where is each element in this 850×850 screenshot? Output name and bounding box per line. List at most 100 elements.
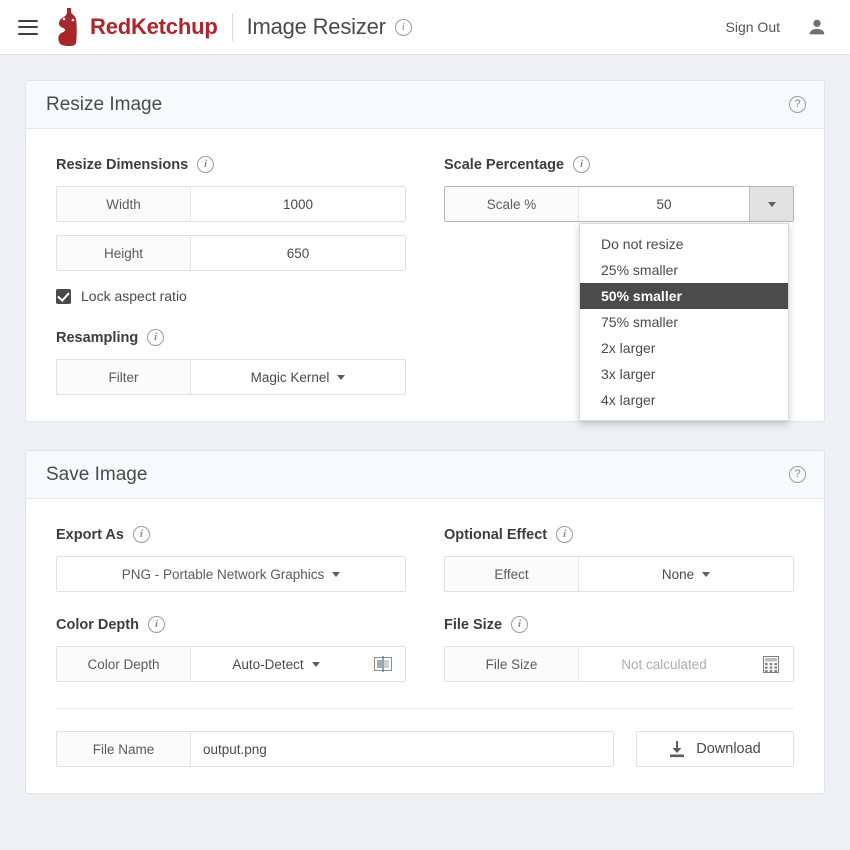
lock-aspect-ratio-label: Lock aspect ratio bbox=[81, 288, 187, 304]
scale-label: Scale % bbox=[445, 187, 579, 221]
resize-dimensions-label: Resize Dimensions bbox=[56, 157, 188, 173]
resize-image-card: Resize Image ? Resize Dimensions i Width… bbox=[25, 80, 825, 422]
height-input[interactable]: 650 bbox=[191, 236, 405, 270]
save-card-header: Save Image ? bbox=[26, 451, 824, 499]
info-icon[interactable]: i bbox=[511, 616, 528, 633]
chevron-down-icon bbox=[337, 375, 345, 380]
optional-effect-column: Optional Effect i Effect None bbox=[425, 527, 794, 592]
color-depth-column: Color Depth i Color Depth Auto-Detect bbox=[56, 617, 425, 682]
height-field[interactable]: Height 650 bbox=[56, 235, 406, 271]
scale-option-75-smaller[interactable]: 75% smaller bbox=[580, 309, 788, 335]
effect-value: None bbox=[662, 567, 694, 582]
height-label: Height bbox=[57, 236, 191, 270]
effect-label: Effect bbox=[445, 557, 579, 591]
page-content: Resize Image ? Resize Dimensions i Width… bbox=[0, 55, 850, 794]
filter-select[interactable]: Magic Kernel bbox=[191, 360, 405, 394]
chevron-down-icon bbox=[702, 572, 710, 577]
color-depth-field[interactable]: Color Depth Auto-Detect bbox=[56, 646, 406, 682]
file-name-input[interactable]: output.png bbox=[191, 732, 613, 766]
scale-percentage-column: Scale Percentage i Scale % 50 Do not bbox=[425, 157, 794, 395]
file-size-label: File Size bbox=[444, 617, 502, 633]
scale-input[interactable]: 50 bbox=[579, 187, 749, 221]
file-name-field[interactable]: File Name output.png bbox=[56, 731, 614, 767]
brand-link[interactable]: RedKetchup bbox=[56, 7, 218, 47]
color-depth-value: Auto-Detect bbox=[232, 657, 303, 672]
color-depth-label: Color Depth bbox=[56, 617, 139, 633]
export-as-field[interactable]: PNG - Portable Network Graphics bbox=[56, 556, 406, 592]
filter-value: Magic Kernel bbox=[251, 370, 330, 385]
resize-dimensions-label-row: Resize Dimensions i bbox=[56, 157, 406, 173]
resampling-label-row: Resampling i bbox=[56, 330, 406, 346]
file-size-column: File Size i File Size Not calculated bbox=[425, 617, 794, 682]
color-depth-field-label: Color Depth bbox=[57, 647, 191, 681]
info-icon[interactable]: i bbox=[197, 156, 214, 173]
info-icon[interactable]: i bbox=[556, 526, 573, 543]
top-navigation-bar: RedKetchup Image Resizer i Sign Out bbox=[0, 0, 850, 55]
scale-percentage-label: Scale Percentage bbox=[444, 157, 564, 173]
save-card-body: Export As i PNG - Portable Network Graph… bbox=[26, 499, 824, 793]
header-divider bbox=[232, 13, 233, 41]
resize-dimensions-column: Resize Dimensions i Width 1000 Height 65… bbox=[56, 157, 425, 395]
filter-label: Filter bbox=[57, 360, 191, 394]
hamburger-line bbox=[18, 33, 38, 35]
info-icon[interactable]: i bbox=[395, 19, 412, 36]
scale-option-25-smaller[interactable]: 25% smaller bbox=[580, 257, 788, 283]
effect-select[interactable]: None bbox=[579, 557, 793, 591]
width-label: Width bbox=[57, 187, 191, 221]
file-size-value[interactable]: Not calculated bbox=[579, 647, 749, 681]
header-actions: Sign Out bbox=[726, 16, 828, 38]
ketchup-bottle-logo-icon bbox=[56, 7, 82, 47]
lock-aspect-ratio-checkbox[interactable]: Lock aspect ratio bbox=[56, 288, 406, 304]
optional-effect-label: Optional Effect bbox=[444, 527, 547, 543]
color-depth-label-row: Color Depth i bbox=[56, 617, 406, 633]
resampling-label: Resampling bbox=[56, 330, 138, 346]
info-icon[interactable]: i bbox=[147, 329, 164, 346]
file-name-row: File Name output.png Download bbox=[56, 731, 794, 767]
scale-option-3x-larger[interactable]: 3x larger bbox=[580, 361, 788, 387]
hamburger-line bbox=[18, 20, 38, 22]
color-depth-select[interactable]: Auto-Detect bbox=[191, 647, 361, 681]
hamburger-line bbox=[18, 26, 38, 28]
scale-option-do-not-resize[interactable]: Do not resize bbox=[580, 231, 788, 257]
save-card-title: Save Image bbox=[46, 464, 147, 486]
download-icon bbox=[669, 741, 685, 758]
scale-option-2x-larger[interactable]: 2x larger bbox=[580, 335, 788, 361]
effect-field[interactable]: Effect None bbox=[444, 556, 794, 592]
info-icon[interactable]: i bbox=[148, 616, 165, 633]
sign-out-button[interactable]: Sign Out bbox=[726, 19, 780, 35]
filter-field[interactable]: Filter Magic Kernel bbox=[56, 359, 406, 395]
chevron-down-icon bbox=[332, 572, 340, 577]
scale-option-4x-larger[interactable]: 4x larger bbox=[580, 387, 788, 413]
width-input[interactable]: 1000 bbox=[191, 187, 405, 221]
scale-select-wrapper: Scale % 50 Do not resize 25% smaller 50%… bbox=[444, 186, 794, 222]
info-icon[interactable]: i bbox=[133, 526, 150, 543]
export-as-label: Export As bbox=[56, 527, 124, 543]
compare-image-icon[interactable] bbox=[361, 647, 405, 681]
scale-dropdown-toggle[interactable] bbox=[749, 187, 793, 221]
info-icon[interactable]: i bbox=[573, 156, 590, 173]
chevron-down-icon bbox=[768, 202, 776, 207]
width-field[interactable]: Width 1000 bbox=[56, 186, 406, 222]
page-title: Image Resizer bbox=[247, 14, 386, 40]
calculator-icon[interactable] bbox=[749, 647, 793, 681]
resize-card-header: Resize Image ? bbox=[26, 81, 824, 129]
section-divider bbox=[56, 708, 794, 709]
save-image-card: Save Image ? Export As i PNG - Portable … bbox=[25, 450, 825, 794]
checkbox-box[interactable] bbox=[56, 289, 71, 304]
scale-percentage-label-row: Scale Percentage i bbox=[444, 157, 794, 173]
scale-field[interactable]: Scale % 50 bbox=[444, 186, 794, 222]
scale-dropdown-menu[interactable]: Do not resize 25% smaller 50% smaller 75… bbox=[579, 223, 789, 421]
download-button[interactable]: Download bbox=[636, 731, 794, 767]
help-icon[interactable]: ? bbox=[789, 466, 806, 483]
scale-option-50-smaller[interactable]: 50% smaller bbox=[580, 283, 788, 309]
help-icon[interactable]: ? bbox=[789, 96, 806, 113]
resize-card-body: Resize Dimensions i Width 1000 Height 65… bbox=[26, 129, 824, 421]
hamburger-menu-icon[interactable] bbox=[18, 20, 38, 35]
file-size-field[interactable]: File Size Not calculated bbox=[444, 646, 794, 682]
export-as-column: Export As i PNG - Portable Network Graph… bbox=[56, 527, 425, 592]
account-icon[interactable] bbox=[806, 16, 828, 38]
brand-name: RedKetchup bbox=[90, 14, 218, 40]
export-as-label-row: Export As i bbox=[56, 527, 406, 543]
optional-effect-label-row: Optional Effect i bbox=[444, 527, 794, 543]
export-as-select[interactable]: PNG - Portable Network Graphics bbox=[57, 557, 405, 591]
